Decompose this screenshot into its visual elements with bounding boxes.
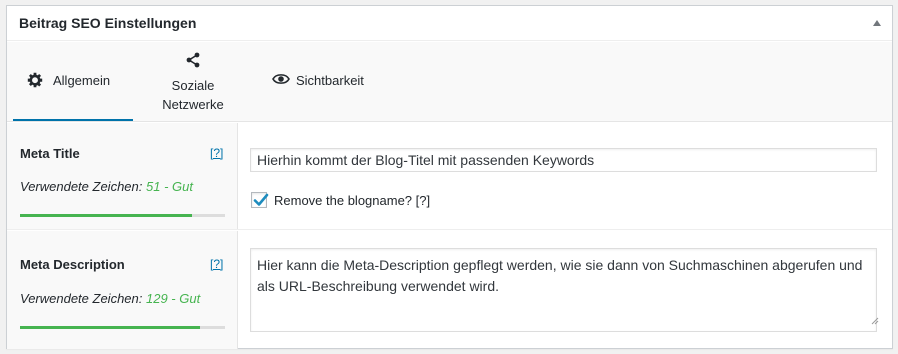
meta-title-label-column: Meta Title [?] Verwendete Zeichen: 51 - …: [7, 123, 238, 229]
meta-description-row: Meta Description [?] Verwendete Zeichen:…: [7, 231, 892, 349]
meta-description-counter-value: 129 - Gut: [146, 291, 201, 306]
meta-description-label: Meta Description: [20, 257, 125, 272]
tab-visibility-label: Sichtbarkeit: [296, 73, 364, 88]
tab-general-label: Allgemein: [53, 73, 111, 88]
meta-title-counter-value: 51 - Gut: [146, 179, 193, 194]
meta-title-row: Meta Title [?] Verwendete Zeichen: 51 - …: [7, 123, 892, 230]
tab-social-label: Soziale Netzwerke: [152, 76, 234, 114]
remove-blogname-checkbox[interactable]: [251, 192, 269, 208]
meta-description-progress-bar: [20, 326, 225, 329]
meta-description-help-link[interactable]: [?]: [210, 257, 223, 271]
gear-icon: [26, 71, 44, 92]
resize-handle-icon[interactable]: [871, 312, 879, 330]
meta-description-input-column: Hier kann die Meta-Description gepflegt …: [239, 231, 892, 349]
tab-visibility[interactable]: Sichtbarkeit: [269, 42, 379, 121]
tab-social-networks[interactable]: Soziale Netzwerke: [152, 42, 234, 121]
meta-title-label: Meta Title: [20, 146, 80, 161]
meta-description-textarea[interactable]: Hier kann die Meta-Description gepflegt …: [250, 248, 877, 332]
meta-title-input[interactable]: [250, 148, 877, 172]
tab-social-label-line1: Soziale: [171, 78, 215, 93]
share-icon: [185, 52, 201, 71]
settings-tabs: Allgemein Soziale Netzwerke Sichtbarkeit: [7, 42, 892, 122]
eye-icon: [272, 72, 290, 89]
meta-title-counter-prefix: Verwendete Zeichen:: [20, 179, 143, 194]
metabox-title: Beitrag SEO Einstellungen: [19, 15, 197, 31]
meta-description-counter-prefix: Verwendete Zeichen:: [20, 291, 143, 306]
tab-general[interactable]: Allgemein: [13, 42, 133, 121]
seo-settings-metabox: Beitrag SEO Einstellungen Allgemein Sozi…: [6, 5, 893, 349]
meta-title-progress-fill: [20, 214, 193, 217]
triangle-up-icon[interactable]: [870, 16, 884, 30]
meta-title-char-counter: Verwendete Zeichen: 51 - Gut: [20, 179, 193, 194]
meta-title-progress-bar: [20, 214, 225, 217]
tab-social-label-line2: Netzwerke: [162, 97, 224, 112]
remove-blogname-label: Remove the blogname? [?]: [274, 193, 431, 208]
metabox-header[interactable]: Beitrag SEO Einstellungen: [7, 6, 892, 41]
meta-description-progress-fill: [20, 326, 201, 329]
meta-title-help-link[interactable]: [?]: [210, 146, 223, 160]
meta-description-label-column: Meta Description [?] Verwendete Zeichen:…: [7, 231, 238, 349]
meta-title-input-column: Remove the blogname? [?]: [239, 123, 892, 229]
checkmark-icon: [253, 193, 269, 206]
meta-description-char-counter: Verwendete Zeichen: 129 - Gut: [20, 291, 200, 306]
